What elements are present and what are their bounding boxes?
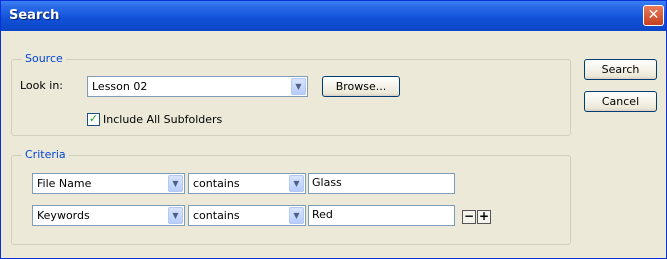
criteria-value-field[interactable] — [312, 176, 452, 189]
source-group: Source Look in: Lesson 02 ▼ Browse... ✓ … — [11, 52, 571, 136]
criteria-field-dropdown-button[interactable]: ▼ — [168, 207, 183, 224]
close-icon: ✕ — [647, 7, 660, 23]
criteria-value-field[interactable] — [312, 208, 452, 221]
search-button[interactable]: Search — [584, 59, 657, 80]
add-criteria-button[interactable]: + — [477, 210, 491, 224]
source-legend: Source — [22, 52, 66, 65]
remove-criteria-button[interactable]: − — [462, 210, 476, 224]
dialog-body: Source Look in: Lesson 02 ▼ Browse... ✓ … — [4, 31, 663, 255]
check-icon: ✓ — [88, 112, 99, 125]
close-button[interactable]: ✕ — [643, 5, 664, 26]
criteria-field-dropdown-button[interactable]: ▼ — [168, 175, 183, 192]
chevron-down-icon: ▼ — [293, 211, 300, 220]
include-subfolders-label[interactable]: Include All Subfolders — [103, 113, 222, 126]
criteria-operator-value: contains — [193, 209, 240, 222]
window-title: Search — [9, 8, 60, 23]
criteria-field-value: File Name — [37, 177, 92, 190]
cancel-button[interactable]: Cancel — [584, 91, 657, 112]
chevron-down-icon: ▼ — [172, 179, 179, 188]
criteria-group: Criteria File Name ▼ contains ▼ Keywords… — [11, 148, 571, 245]
search-dialog: Search ✕ Source Look in: Lesson 02 ▼ Bro… — [0, 0, 667, 259]
include-subfolders-checkbox[interactable]: ✓ — [87, 112, 100, 126]
chevron-down-icon: ▼ — [293, 179, 300, 188]
criteria-operator-dropdown-button[interactable]: ▼ — [289, 175, 304, 192]
criteria-operator-dropdown-button[interactable]: ▼ — [289, 207, 304, 224]
criteria-operator-select-2[interactable]: contains ▼ — [188, 205, 306, 226]
criteria-operator-value: contains — [193, 177, 240, 190]
title-bar[interactable]: Search ✕ — [1, 1, 666, 31]
criteria-field-value: Keywords — [37, 209, 90, 222]
chevron-down-icon: ▼ — [172, 211, 179, 220]
look-in-select[interactable]: Lesson 02 ▼ — [87, 76, 308, 97]
criteria-value-input-2[interactable] — [308, 205, 455, 226]
look-in-dropdown-button[interactable]: ▼ — [291, 78, 306, 95]
criteria-legend: Criteria — [22, 148, 69, 161]
criteria-value-input-1[interactable] — [308, 173, 455, 194]
chevron-down-icon: ▼ — [295, 82, 302, 91]
look-in-label: Look in: — [20, 79, 63, 92]
criteria-field-select-2[interactable]: Keywords ▼ — [32, 205, 185, 226]
look-in-value: Lesson 02 — [92, 80, 148, 93]
criteria-field-select-1[interactable]: File Name ▼ — [32, 173, 185, 194]
criteria-operator-select-1[interactable]: contains ▼ — [188, 173, 306, 194]
browse-button[interactable]: Browse... — [322, 76, 400, 97]
